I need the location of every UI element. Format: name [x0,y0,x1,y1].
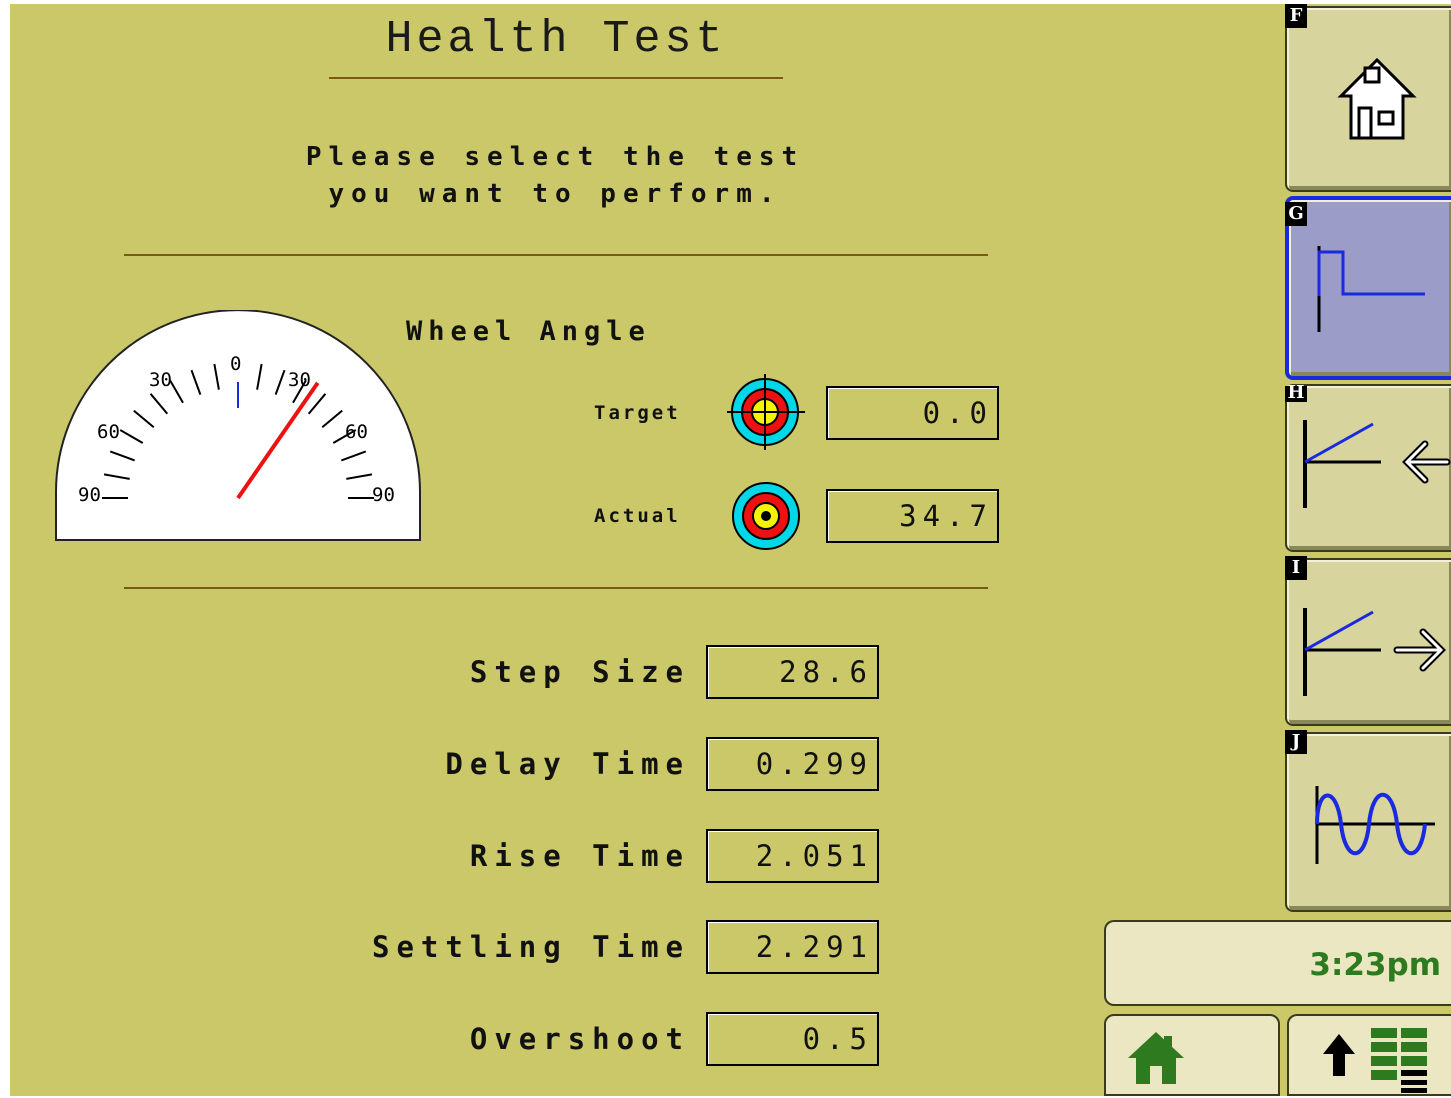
home-button[interactable] [1104,1014,1280,1096]
divider-top [124,254,988,256]
gauge-label-0: 0 [230,353,241,375]
up-arrow-menu-icon [1323,1028,1427,1093]
delay-time-label: Delay Time [445,747,690,781]
settling-time-label: Settling Time [372,930,690,964]
overshoot-label: Overshoot [469,1022,690,1056]
softkey-i-right-test[interactable]: I [1285,556,1451,726]
clock-display: 3:23pm [1104,920,1451,1006]
softkey-letter-f: F [1285,4,1307,28]
step-size-field: 28.6 [706,645,879,699]
actual-value-field: 34.7 [826,489,999,543]
wheel-angle-title: Wheel Angle [406,316,651,347]
instruction-line-2: you want to perform. [328,179,782,209]
softkey-letter-i: I [1285,556,1307,580]
right-turn-test-icon [1303,608,1446,696]
softkey-g-step-test[interactable]: G [1285,196,1451,380]
softkey-f-home[interactable]: F [1285,4,1451,192]
settling-time-field: 2.291 [706,920,879,974]
softkey-letter-j: J [1285,730,1307,754]
softkey-j-sine-test[interactable]: J [1285,730,1451,912]
rise-time-label: Rise Time [469,839,690,873]
target-label: Target [594,402,681,424]
delay-time-field: 0.299 [706,737,879,791]
gauge-label-60-right: 60 [345,421,368,443]
actual-label: Actual [594,505,681,527]
rise-time-field: 2.051 [706,829,879,883]
wheel-angle-gauge: 0 30 30 60 60 90 90 [55,310,421,541]
step-size-label: Step Size [469,655,690,689]
left-turn-test-icon [1303,420,1451,508]
softkey-h-left-test[interactable]: H [1285,384,1451,552]
overshoot-field: 0.5 [706,1012,879,1066]
gauge-label-60-left: 60 [97,421,120,443]
gauge-label-30-left: 30 [149,369,172,391]
softkey-letter-g: G [1285,202,1307,226]
menu-button[interactable] [1287,1014,1451,1096]
instruction-line-1: Please select the test [305,142,805,172]
home-icon [1337,57,1417,140]
divider-bottom [124,587,988,589]
title-underline [329,77,783,79]
page-title: Health Test [385,14,727,65]
gauge-label-30-right: 30 [288,369,311,391]
actual-target-icon [732,482,800,550]
gauge-label-90-left: 90 [78,484,101,506]
target-value-field: 0.0 [826,386,999,440]
sine-wave-icon [1315,786,1435,864]
step-response-icon [1317,246,1425,332]
home-icon [1128,1032,1184,1084]
target-crosshair-icon [727,374,805,450]
softkey-letter-h: H [1285,384,1307,402]
gauge-label-90-right: 90 [372,484,395,506]
